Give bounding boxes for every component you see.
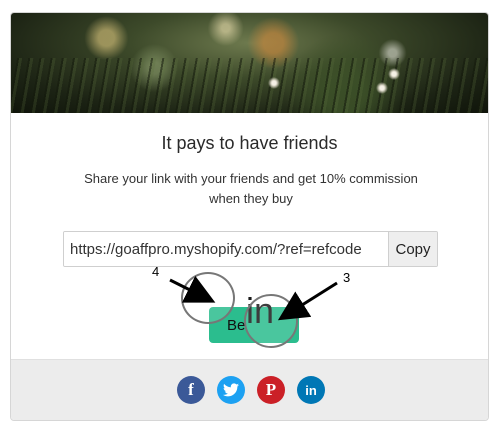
- flower-decoration: [373, 79, 391, 97]
- annotation-number-3: 3: [343, 270, 351, 285]
- twitter-bird-icon: [223, 383, 239, 397]
- pinterest-icon[interactable]: P: [257, 376, 285, 404]
- flower-decoration: [266, 75, 282, 91]
- pinterest-glyph: P: [265, 380, 277, 399]
- facebook-glyph: f: [188, 380, 194, 399]
- facebook-icon[interactable]: f: [177, 376, 205, 404]
- twitter-icon[interactable]: [217, 376, 245, 404]
- page-title: It pays to have friends: [161, 133, 338, 153]
- referral-link-group: Copy: [63, 231, 438, 267]
- annotation-circle-4: [181, 272, 235, 324]
- linkedin-icon[interactable]: in: [297, 376, 325, 404]
- hero-image: [11, 13, 488, 113]
- referral-card: It pays to have friends Share your link …: [10, 12, 489, 421]
- copy-button[interactable]: Copy: [388, 232, 437, 266]
- referral-link-input[interactable]: [64, 232, 388, 266]
- linkedin-glyph: in: [305, 382, 317, 398]
- social-footer: [11, 359, 488, 420]
- annotation-circle-3: [244, 294, 298, 348]
- grass-overlay: [11, 58, 488, 113]
- annotation-number-4: 4: [152, 264, 160, 279]
- description-text: Share your link with your friends and ge…: [84, 171, 418, 206]
- flower-decoration: [387, 67, 401, 81]
